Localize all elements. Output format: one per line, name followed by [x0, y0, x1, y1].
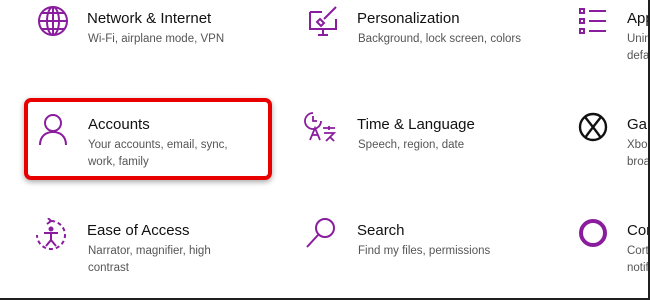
cortana-icon: [576, 216, 610, 250]
tile-description-line2: defa: [627, 50, 650, 62]
xbox-icon: [576, 110, 610, 144]
tile-title: Network & Internet: [87, 10, 212, 27]
tile-description: Cort: [627, 245, 649, 257]
tile-cortana[interactable]: Cor Cort notif: [570, 212, 650, 282]
tile-title: Gam: [627, 116, 648, 133]
tile-description: Your accounts, email, sync, work, family: [88, 139, 228, 168]
apps-list-icon: [576, 4, 610, 38]
tile-description: Narrator, magnifier, high contrast: [88, 245, 211, 274]
tile-description: Speech, region, date: [358, 139, 465, 151]
tile-description-line2: notif: [627, 262, 649, 274]
globe-icon: [36, 4, 70, 38]
tile-ease-of-access[interactable]: Ease of Access Narrator, magnifier, high…: [30, 212, 270, 282]
ease-of-access-icon: [34, 218, 68, 252]
magnifier-icon: [304, 216, 338, 250]
person-icon: [36, 112, 70, 146]
tile-title: Personalization: [357, 10, 460, 27]
tile-description-line2: broa: [627, 156, 650, 168]
tile-title: Accounts: [88, 116, 150, 133]
time-language-icon: [304, 110, 338, 144]
tile-title: App: [627, 10, 648, 27]
tile-network-internet[interactable]: Network & Internet Wi-Fi, airplane mode,…: [30, 0, 270, 60]
tile-personalization[interactable]: Personalization Background, lock screen,…: [300, 0, 540, 60]
tile-apps[interactable]: App Unin defa: [570, 0, 650, 70]
tile-description: Wi-Fi, airplane mode, VPN: [88, 33, 225, 45]
tile-description: Find my files, permissions: [358, 245, 491, 257]
tile-title: Search: [357, 222, 405, 239]
tile-title: Ease of Access: [87, 222, 190, 239]
tile-accounts[interactable]: Accounts Your accounts, email, sync, wor…: [30, 106, 270, 176]
tile-title: Cor: [627, 222, 650, 239]
tile-description: Background, lock screen, colors: [358, 33, 521, 45]
tile-description: Unin: [627, 33, 650, 45]
tile-description: Xbo: [627, 139, 648, 151]
tile-time-language[interactable]: Time & Language Speech, region, date: [300, 106, 540, 176]
tile-title: Time & Language: [357, 116, 475, 133]
monitor-brush-icon: [306, 4, 340, 38]
tile-gaming[interactable]: Gam Xbo broa: [570, 106, 650, 176]
settings-grid: Network & Internet Wi-Fi, airplane mode,…: [0, 0, 650, 300]
tile-search[interactable]: Search Find my files, permissions: [300, 212, 540, 282]
